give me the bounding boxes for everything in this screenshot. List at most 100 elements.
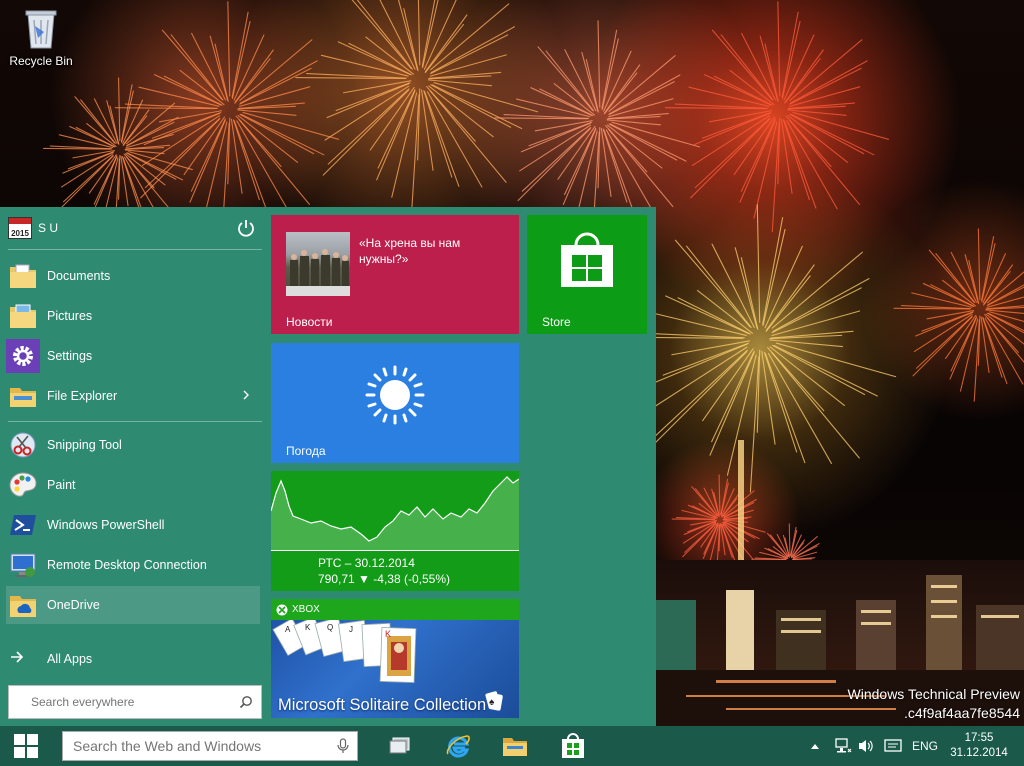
firework-spark (688, 86, 770, 107)
firework-spark (606, 119, 662, 126)
start-item-paint[interactable]: Paint (6, 466, 260, 504)
svg-text:K: K (305, 623, 311, 632)
start-search-input[interactable] (29, 686, 233, 718)
network-icon (835, 738, 852, 753)
all-apps-button[interactable]: All Apps (10, 650, 92, 668)
firework-spark (792, 111, 890, 140)
firework-spark (120, 84, 133, 143)
chevron-right-icon[interactable] (242, 389, 250, 404)
weather-tile[interactable]: Погода (271, 343, 519, 463)
volume-button[interactable] (857, 726, 875, 766)
store-taskbar-button[interactable] (557, 730, 589, 762)
start-item-powershell[interactable]: Windows PowerShell (6, 506, 260, 544)
firework-spark (234, 49, 274, 103)
clock[interactable]: 17:55 31.12.2014 (946, 731, 1012, 761)
internet-explorer-icon (446, 735, 470, 758)
start-item-file-explorer[interactable]: File Explorer (6, 377, 260, 415)
arrow-right-icon (10, 650, 36, 668)
firework-spark (987, 284, 1024, 306)
firework-spark (982, 253, 1006, 304)
ticker-name: РТС – 30.12.2014 (318, 556, 415, 570)
recycle-bin-label: Recycle Bin (9, 54, 73, 68)
start-search-box[interactable] (8, 685, 262, 719)
weather-tile-label: Погода (286, 444, 326, 458)
solitaire-tile[interactable]: A K Q J K ♠ Microsoft Solitaire Collection (271, 620, 519, 718)
firework-spark (227, 1, 231, 97)
firework-spark (604, 64, 641, 114)
start-item-snipping-tool[interactable]: Snipping Tool (6, 426, 260, 464)
firework-spark (203, 121, 228, 219)
network-button[interactable] (834, 726, 852, 766)
money-tile[interactable]: РТС – 30.12.2014 790,71 ▼ -4,38 (-0,55%) (271, 471, 519, 591)
firework-spark (949, 317, 977, 380)
firework-spark (608, 81, 675, 116)
start-item-label: Documents (47, 269, 111, 283)
firework-spark (783, 34, 815, 101)
file-explorer-taskbar-button[interactable] (499, 730, 531, 762)
firework-spark (762, 217, 784, 325)
power-button[interactable] (236, 218, 256, 238)
speaker-icon (859, 740, 873, 752)
firework-spark (709, 352, 755, 456)
firework-spark (516, 98, 591, 118)
firework-spark (433, 82, 539, 113)
show-hidden-icons-button[interactable] (810, 726, 820, 766)
news-headline: «На хрена вы нам нужны?» (359, 236, 461, 266)
firework-spark (575, 130, 598, 220)
folder-onedrive-icon (6, 588, 40, 622)
xbox-band: XBOX (271, 599, 519, 620)
start-item-pictures[interactable]: Pictures (6, 297, 260, 335)
taskbar-search-input[interactable] (71, 732, 325, 760)
recycle-bin-icon (24, 6, 58, 50)
firework-spark (231, 11, 249, 98)
recycle-bin-shortcut[interactable]: Recycle Bin (6, 6, 76, 68)
language-indicator[interactable]: ENG (912, 726, 938, 766)
start-item-documents[interactable]: Documents (6, 257, 260, 295)
firework-spark (781, 11, 799, 98)
taskbar-search-box[interactable] (62, 731, 358, 761)
firework-spark (154, 74, 222, 106)
firework-spark (239, 67, 312, 105)
microphone-icon[interactable] (337, 738, 349, 759)
internet-explorer-button[interactable] (442, 730, 474, 762)
firework-spark (765, 264, 815, 331)
firework-spark (417, 0, 421, 66)
firework-spark (609, 123, 687, 162)
start-item-label: Snipping Tool (47, 438, 122, 452)
file-explorer-icon (503, 738, 527, 756)
stock-chart-graphic (271, 476, 519, 551)
task-view-button[interactable] (384, 730, 416, 762)
start-item-remote-desktop[interactable]: Remote Desktop Connection (6, 546, 260, 584)
firework-spark (756, 204, 761, 323)
firework-spark (753, 121, 778, 219)
palette-icon (6, 468, 40, 502)
all-apps-label: All Apps (47, 652, 93, 666)
store-tile[interactable]: Store (527, 215, 647, 334)
start-item-settings[interactable]: Settings (6, 337, 260, 375)
divider (8, 249, 262, 250)
news-tile[interactable]: «На хрена вы нам нужны?» Новости (271, 215, 519, 334)
chevron-up-icon (811, 744, 819, 749)
firework-spark (320, 54, 409, 77)
firework-spark (161, 29, 223, 100)
taskbar: ENG 17:55 31.12.2014 (0, 726, 1024, 766)
divider (8, 421, 262, 422)
firework-spark (428, 79, 493, 87)
folder-documents-icon (6, 259, 40, 293)
firework-spark (611, 121, 700, 148)
user-account[interactable]: 2015 S U (8, 217, 58, 239)
firework-spark (718, 474, 721, 515)
action-center-button[interactable] (884, 726, 902, 766)
svg-text:K: K (385, 629, 391, 639)
news-tile-label: Новости (286, 315, 333, 329)
start-button[interactable] (0, 726, 52, 766)
user-avatar: 2015 (8, 217, 32, 239)
start-item-label: File Explorer (47, 389, 118, 403)
ticker-value: 790,71 (318, 572, 355, 586)
folder-pictures-icon (6, 299, 40, 333)
start-item-label: Settings (47, 349, 93, 363)
search-icon[interactable] (239, 695, 253, 714)
firework-spark (189, 119, 226, 203)
store-tile-label: Store (542, 315, 571, 329)
start-item-onedrive[interactable]: OneDrive (6, 586, 260, 624)
